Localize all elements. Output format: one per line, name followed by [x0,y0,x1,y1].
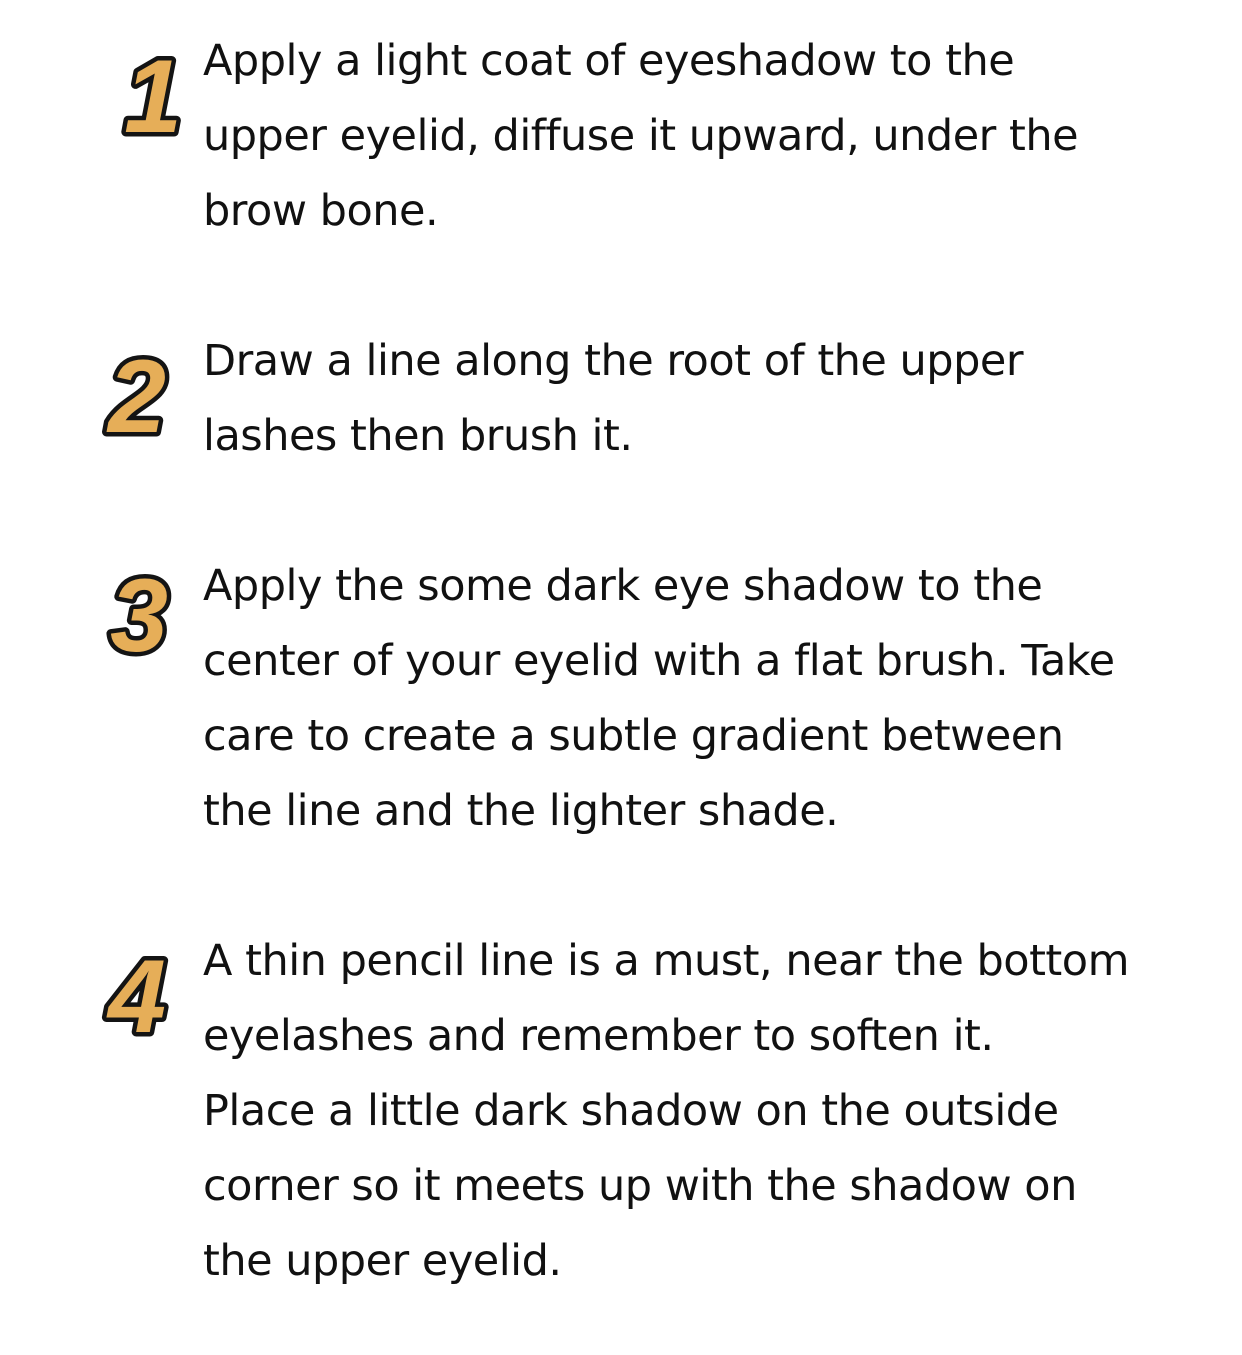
step-number: 4 [106,939,166,1055]
step-number: 1 [124,39,182,155]
step-number-badge: 2 [92,335,182,460]
step-number: 3 [110,558,168,674]
step-1-number-graphic: 1 [120,35,187,160]
step-description: A thin pencil line is a must, near the b… [203,936,1129,1286]
step-2-number-graphic: 2 [102,335,171,460]
step-number: 2 [106,339,166,455]
step-description: Draw a line along the root of the upper … [203,336,1024,461]
step-description: Apply a light coat of eyeshadow to the u… [203,36,1079,236]
step-4-number-graphic: 4 [102,935,171,1060]
step-number-badge: 3 [94,554,184,679]
step-3-number-graphic: 3 [106,554,173,679]
step-description: Apply the some dark eye shadow to the ce… [203,561,1115,836]
step-number-badge: 4 [92,935,182,1060]
step-number-badge: 1 [108,35,198,160]
